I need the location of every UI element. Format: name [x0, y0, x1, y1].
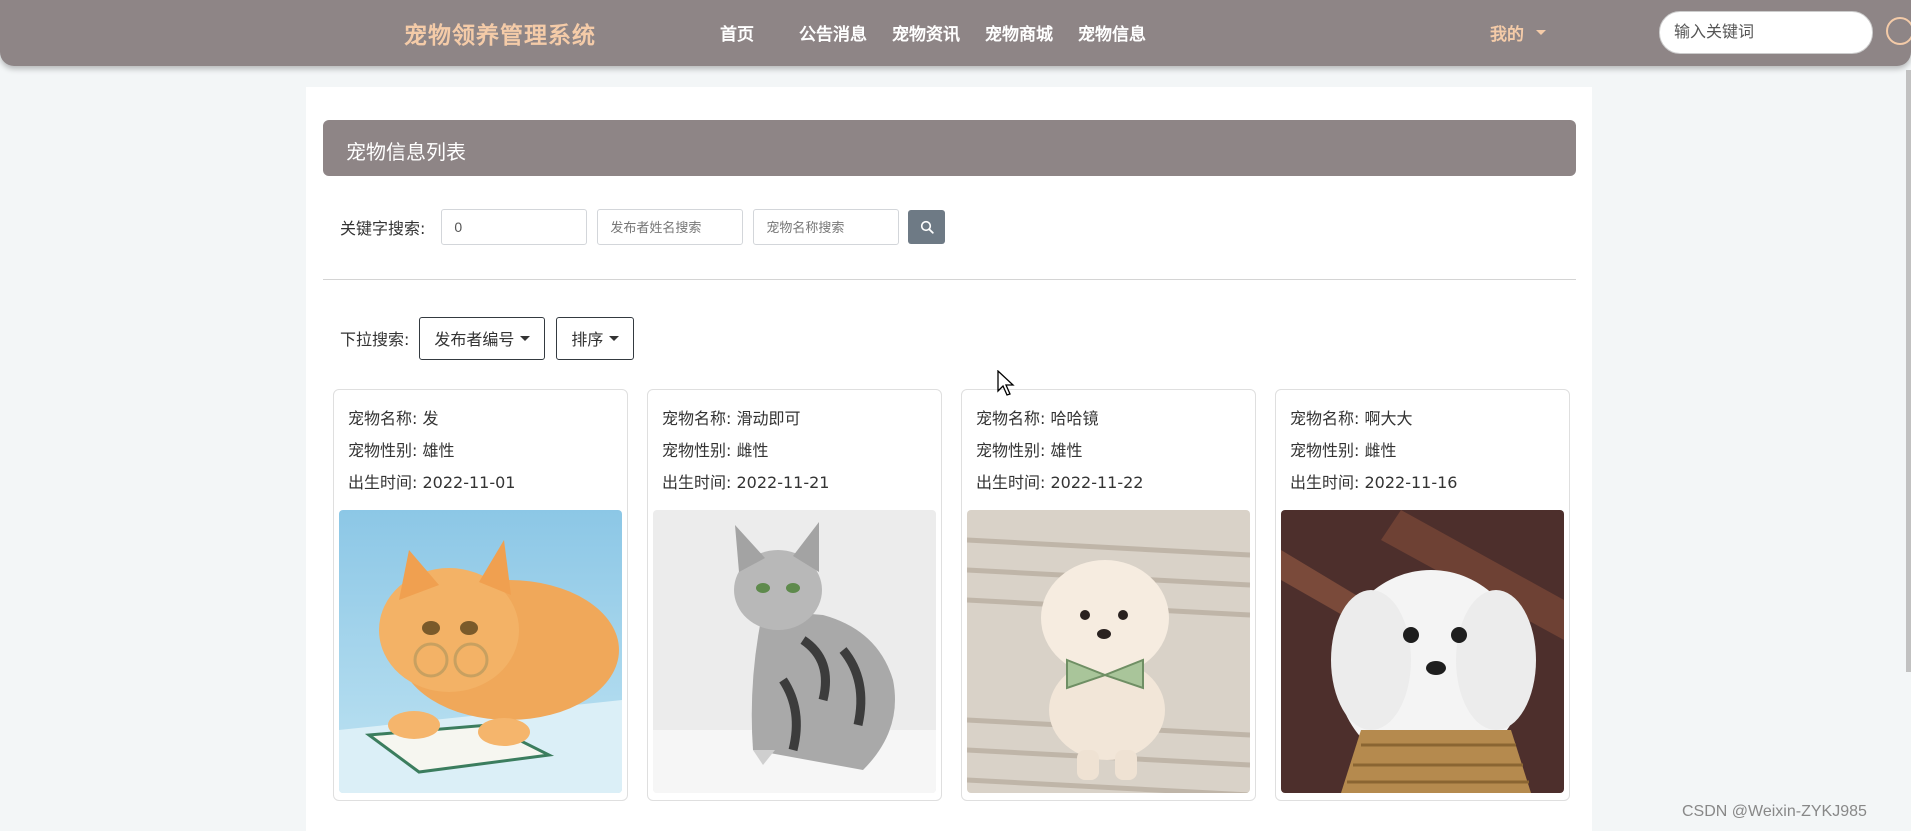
my-account-menu[interactable]: 我的: [1490, 20, 1546, 45]
keyword-input[interactable]: [441, 209, 588, 245]
pet-photo[interactable]: [967, 510, 1250, 793]
site-brand[interactable]: 宠物领养管理系统: [404, 16, 596, 50]
pet-photo[interactable]: [339, 510, 622, 793]
pet-sex: 宠物性别: 雌性: [662, 441, 769, 460]
dropdown-search-label: 下拉搜索:: [340, 330, 410, 349]
watermark: CSDN @Weixin-ZYKJ985: [1682, 803, 1867, 820]
keyword-search-row: 关键字搜索:: [340, 209, 946, 245]
main-nav: 首页 公告消息 宠物资讯 宠物商城 宠物信息: [700, 20, 1171, 45]
pet-birth-date: 出生时间: 2022-11-01: [348, 473, 516, 492]
nav-pet-shop[interactable]: 宠物商城: [985, 20, 1053, 45]
dropdown-search-row: 下拉搜索: 发布者编号 排序: [340, 316, 635, 360]
sort-dropdown[interactable]: 排序: [556, 316, 635, 360]
pet-name: 宠物名称: 发: [348, 409, 439, 428]
publisher-id-dropdown[interactable]: 发布者编号: [419, 316, 546, 360]
sort-dropdown-label: 排序: [571, 330, 604, 349]
pet-sex: 宠物性别: 雌性: [1290, 441, 1397, 460]
pet-sex: 宠物性别: 雄性: [348, 441, 455, 460]
nav-pet-info[interactable]: 宠物信息: [1078, 20, 1146, 45]
list-header-bar: 宠物信息列表: [323, 120, 1576, 176]
nav-home[interactable]: 首页: [720, 20, 754, 45]
pet-name: 宠物名称: 哈哈镜: [976, 409, 1099, 428]
page-title: 宠物信息列表: [346, 140, 466, 164]
page-scrollbar[interactable]: [1906, 70, 1911, 672]
mouse-cursor-icon: [997, 370, 1015, 396]
top-navbar: 宠物领养管理系统 首页 公告消息 宠物资讯 宠物商城 宠物信息 我的: [0, 0, 1911, 66]
section-divider: [323, 279, 1576, 280]
pet-list-panel: 宠物信息列表 关键字搜索: 下拉搜索: 发布者编号 排序 宠物名称: 发 宠物性…: [306, 87, 1592, 831]
caret-down-icon: [520, 335, 531, 341]
nav-announcements[interactable]: 公告消息: [799, 20, 867, 45]
chevron-down-icon: [1536, 30, 1546, 35]
pet-photo[interactable]: [1281, 510, 1564, 793]
search-button[interactable]: [908, 210, 946, 244]
pet-sex: 宠物性别: 雄性: [976, 441, 1083, 460]
caret-down-icon: [609, 335, 620, 341]
pet-name: 宠物名称: 滑动即可: [662, 409, 801, 428]
keyword-search-label: 关键字搜索:: [340, 219, 426, 238]
publisher-name-input[interactable]: [597, 209, 744, 245]
my-account-label: 我的: [1490, 25, 1524, 45]
nav-pet-news[interactable]: 宠物资讯: [892, 20, 960, 45]
pet-card[interactable]: 宠物名称: 啊大大 宠物性别: 雌性 出生时间: 2022-11-16: [1275, 389, 1570, 801]
pet-name: 宠物名称: 啊大大: [1290, 409, 1413, 428]
pet-name-input[interactable]: [753, 209, 900, 245]
publisher-id-dropdown-label: 发布者编号: [434, 330, 515, 349]
pet-card-grid: 宠物名称: 发 宠物性别: 雄性 出生时间: 2022-11-01 宠物名称: …: [333, 389, 1589, 801]
pet-card[interactable]: 宠物名称: 哈哈镜 宠物性别: 雄性 出生时间: 2022-11-22: [961, 389, 1256, 801]
pet-birth-date: 出生时间: 2022-11-21: [662, 473, 830, 492]
pet-card[interactable]: 宠物名称: 滑动即可 宠物性别: 雌性 出生时间: 2022-11-21: [647, 389, 942, 801]
pet-card[interactable]: 宠物名称: 发 宠物性别: 雄性 出生时间: 2022-11-01: [333, 389, 628, 801]
pet-birth-date: 出生时间: 2022-11-16: [1290, 473, 1458, 492]
pet-birth-date: 出生时间: 2022-11-22: [976, 473, 1144, 492]
navbar-search-input[interactable]: [1659, 11, 1873, 54]
pet-photo[interactable]: [653, 510, 936, 793]
search-icon: [920, 220, 934, 234]
search-icon[interactable]: [1886, 17, 1911, 45]
